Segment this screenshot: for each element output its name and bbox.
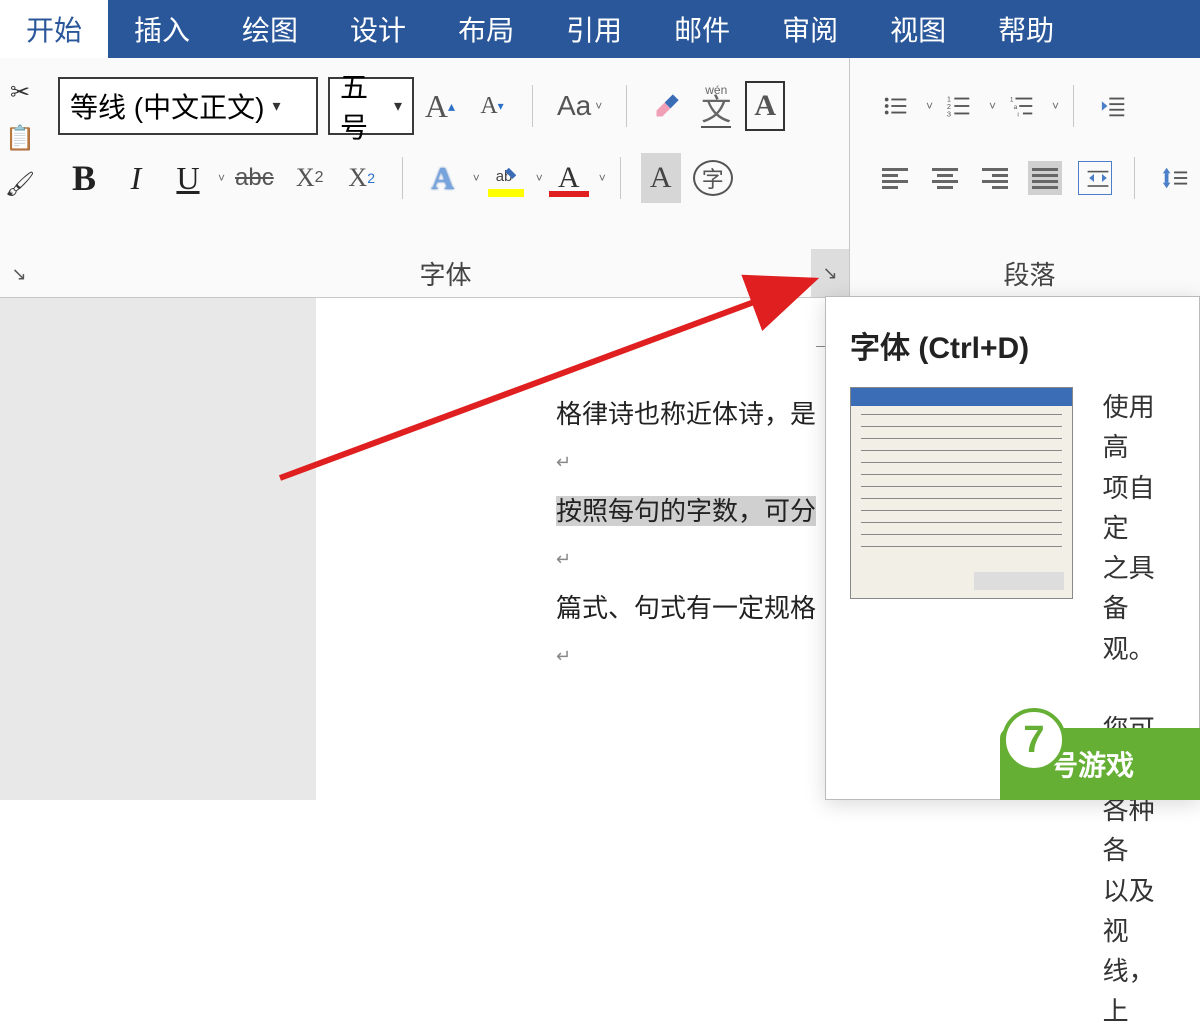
- italic-button[interactable]: I: [116, 153, 156, 203]
- copy-icon[interactable]: 📋: [4, 122, 36, 154]
- tooltip-thumbnail: [850, 387, 1073, 599]
- tab-draw[interactable]: 绘图: [216, 0, 324, 58]
- numbering-button[interactable]: 123: [939, 81, 979, 131]
- tab-references[interactable]: 引用: [540, 0, 648, 58]
- strikethrough-button[interactable]: abc: [231, 153, 278, 203]
- character-shading-button[interactable]: A: [641, 153, 681, 203]
- underline-dropdown[interactable]: ˅: [218, 171, 225, 185]
- multilevel-list-button[interactable]: 1ai: [1002, 81, 1042, 131]
- svg-text:3: 3: [947, 109, 951, 118]
- align-right-button[interactable]: [978, 161, 1012, 195]
- justify-button[interactable]: [1028, 161, 1062, 195]
- separator: [532, 85, 533, 127]
- underline-button[interactable]: U: [168, 153, 208, 203]
- highlight-dropdown[interactable]: ˅: [536, 171, 543, 185]
- cut-icon[interactable]: ✂: [4, 76, 36, 108]
- site-logo: 号游戏: [1000, 728, 1200, 800]
- distributed-button[interactable]: [1078, 161, 1112, 195]
- bold-button[interactable]: B: [64, 153, 104, 203]
- ribbon: ✂ 📋 🖌 ↘ 等线 (中文正文) ▾ 五号 ▾ A▴ A▾ Aa˅: [0, 58, 1200, 298]
- text-effects-dropdown[interactable]: ˅: [473, 171, 480, 185]
- font-size-combo[interactable]: 五号 ▾: [328, 77, 414, 135]
- bullets-button[interactable]: [876, 81, 916, 131]
- phonetic-guide-button[interactable]: wén 文: [701, 84, 731, 128]
- separator: [1073, 85, 1074, 127]
- tab-layout[interactable]: 布局: [432, 0, 540, 58]
- grow-font-button[interactable]: A▴: [420, 81, 460, 131]
- tooltip-title: 字体 (Ctrl+D): [850, 323, 1175, 367]
- phonetic-char: 文: [701, 96, 731, 128]
- font-color-button[interactable]: A: [549, 153, 589, 203]
- align-left-button[interactable]: [878, 161, 912, 195]
- font-name-value: 等线 (中文正文): [70, 86, 264, 126]
- ribbon-tabs: 开始 插入 绘图 设计 布局 引用 邮件 审阅 视图 帮助: [0, 0, 1200, 58]
- clipboard-group: ✂ 📋 🖌 ↘: [0, 58, 42, 297]
- paragraph-group: ˅ 123 ˅ 1ai ˅ 段落: [850, 58, 1200, 297]
- font-dialog-launcher[interactable]: ↘: [811, 249, 849, 297]
- svg-text:a: a: [1014, 104, 1018, 111]
- tab-home[interactable]: 开始: [0, 0, 108, 58]
- format-painter-icon[interactable]: 🖌: [4, 168, 36, 200]
- page-margin: [0, 298, 316, 800]
- tab-mailings[interactable]: 邮件: [648, 0, 756, 58]
- tab-review[interactable]: 审阅: [756, 0, 864, 58]
- text-effects-button[interactable]: A: [423, 153, 463, 203]
- multilevel-dropdown[interactable]: ˅: [1052, 99, 1059, 113]
- tab-help[interactable]: 帮助: [972, 0, 1080, 58]
- separator: [402, 157, 403, 199]
- enclosed-character-button[interactable]: 字: [693, 160, 733, 196]
- numbering-dropdown[interactable]: ˅: [989, 99, 996, 113]
- change-case-button[interactable]: Aa˅: [553, 81, 606, 131]
- font-name-combo[interactable]: 等线 (中文正文) ▾: [58, 77, 318, 135]
- svg-text:i: i: [1017, 111, 1019, 118]
- font-size-value: 五号: [340, 66, 386, 146]
- separator: [620, 157, 621, 199]
- font-color-dropdown[interactable]: ˅: [599, 171, 606, 185]
- clear-formatting-button[interactable]: [647, 81, 687, 131]
- tab-insert[interactable]: 插入: [108, 0, 216, 58]
- svg-text:1: 1: [1010, 96, 1014, 103]
- font-group: 等线 (中文正文) ▾ 五号 ▾ A▴ A▾ Aa˅ wén 文 A B I: [42, 58, 850, 297]
- align-center-button[interactable]: [928, 161, 962, 195]
- separator: [1134, 157, 1135, 199]
- shrink-font-button[interactable]: A▾: [472, 81, 512, 131]
- subscript-button[interactable]: X2: [290, 153, 330, 203]
- separator: [626, 85, 627, 127]
- decrease-indent-button[interactable]: [1094, 81, 1134, 131]
- font-group-label: 字体: [42, 249, 849, 297]
- line-spacing-button[interactable]: [1155, 153, 1195, 203]
- highlight-button[interactable]: ab: [486, 153, 526, 203]
- chevron-down-icon: ▾: [394, 96, 402, 116]
- bullets-dropdown[interactable]: ˅: [926, 99, 933, 113]
- character-border-button[interactable]: A: [745, 81, 785, 131]
- superscript-button[interactable]: X2: [342, 153, 382, 203]
- tab-view[interactable]: 视图: [864, 0, 972, 58]
- paragraph-group-label: 段落: [850, 249, 1200, 297]
- tab-design[interactable]: 设计: [324, 0, 432, 58]
- clipboard-dialog-launcher[interactable]: ↘: [4, 259, 34, 289]
- tooltip-description: 使用高 项自定 之具备 观。 您可以 各种各 以及视 线，上: [1103, 387, 1175, 1032]
- chevron-down-icon: ▾: [272, 96, 280, 116]
